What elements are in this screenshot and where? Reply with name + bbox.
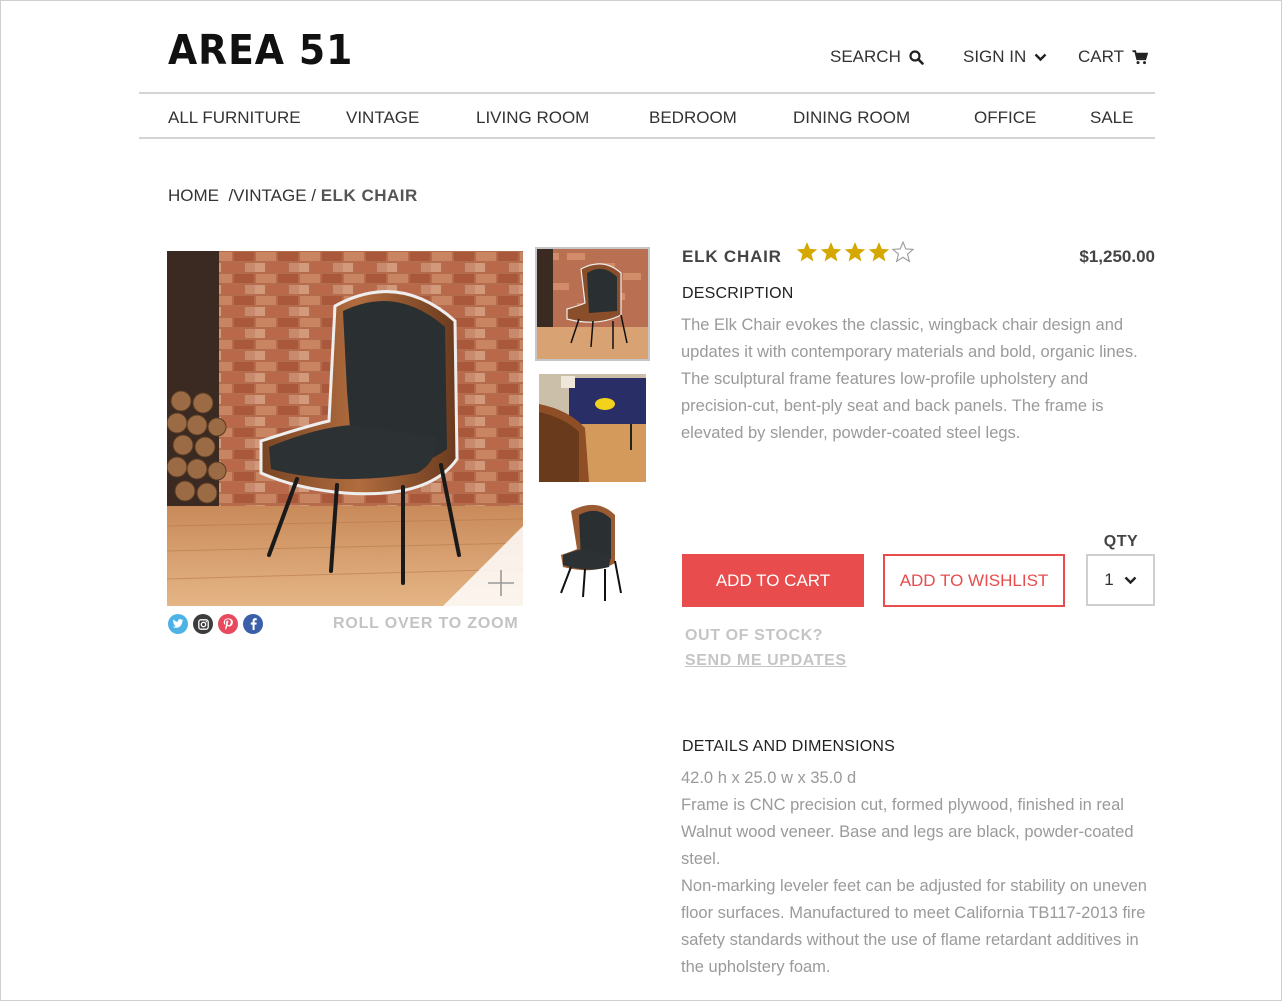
- nav-item-living-room[interactable]: LIVING ROOM: [476, 108, 589, 128]
- product-price: $1,250.00: [1079, 247, 1155, 266]
- nav-item-sale[interactable]: SALE: [1090, 108, 1133, 128]
- breadcrumb: HOME / VINTAGE / ELK CHAIR: [168, 186, 418, 206]
- nav-item-bedroom[interactable]: BEDROOM: [649, 108, 737, 128]
- star-rating: [796, 241, 914, 263]
- zoom-hint: ROLL OVER TO ZOOM: [333, 615, 519, 632]
- details-heading: DETAILS AND DIMENSIONS: [682, 738, 896, 755]
- quantity-value: 1: [1104, 570, 1114, 589]
- details-text-materials: Frame is CNC precision cut, formed plywo…: [681, 796, 1134, 868]
- product-description: The Elk Chair evokes the classic, wingba…: [681, 316, 1138, 442]
- star-filled-icon: [868, 242, 890, 262]
- thumbnail-image: [539, 374, 646, 482]
- star-filled-icon: [796, 242, 818, 262]
- chevron-down-icon: [1034, 53, 1047, 61]
- shopping-cart-icon: [1132, 49, 1148, 64]
- sign-in-label: SIGN IN: [963, 47, 1027, 66]
- star-empty-icon: [892, 241, 914, 263]
- search-button[interactable]: SEARCH: [830, 47, 924, 67]
- pinterest-icon[interactable]: [218, 614, 238, 634]
- product-name: ELK CHAIR: [682, 247, 782, 266]
- breadcrumb-vintage[interactable]: VINTAGE: [233, 186, 306, 206]
- breadcrumb-separator: /: [219, 186, 234, 205]
- nav-item-office[interactable]: OFFICE: [974, 108, 1036, 128]
- nav-item-dining-room[interactable]: DINING ROOM: [793, 108, 910, 128]
- thumbnail-image: [535, 497, 646, 607]
- out-of-stock-text: OUT OF STOCK?: [685, 627, 824, 644]
- nav-item-all-furniture[interactable]: ALL FURNITURE: [168, 108, 301, 128]
- thumbnail-image: [537, 249, 648, 359]
- cart-button[interactable]: CART: [1078, 47, 1148, 67]
- brand-logo[interactable]: AREA 51: [168, 26, 353, 74]
- add-to-cart-button[interactable]: ADD TO CART: [682, 554, 864, 607]
- dimensions-text: 42.0 h x 25.0 w x 35.0 d: [681, 769, 857, 787]
- main-nav: ALL FURNITURE VINTAGE LIVING ROOM BEDROO…: [139, 92, 1155, 139]
- star-filled-icon: [844, 242, 866, 262]
- cart-label: CART: [1078, 47, 1124, 66]
- description-heading: DESCRIPTION: [682, 285, 794, 302]
- breadcrumb-separator: /: [306, 186, 321, 205]
- main-product-image[interactable]: [167, 251, 523, 606]
- sign-in-button[interactable]: SIGN IN: [963, 47, 1047, 67]
- thumbnail-2[interactable]: [535, 372, 650, 486]
- facebook-icon[interactable]: [243, 614, 263, 634]
- instagram-icon[interactable]: [193, 614, 213, 634]
- add-to-wishlist-button[interactable]: ADD TO WISHLIST: [883, 554, 1065, 607]
- details-body: 42.0 h x 25.0 w x 35.0 d Frame is CNC pr…: [681, 765, 1157, 981]
- breadcrumb-current: ELK CHAIR: [320, 186, 418, 205]
- twitter-icon[interactable]: [168, 614, 188, 634]
- send-updates-link[interactable]: SEND ME UPDATES: [685, 652, 847, 670]
- details-text-features: Non-marking leveler feet can be adjusted…: [681, 877, 1147, 976]
- quantity-select[interactable]: 1: [1086, 554, 1155, 606]
- nav-item-vintage[interactable]: VINTAGE: [346, 108, 419, 128]
- thumbnail-3[interactable]: [535, 497, 650, 611]
- search-label: SEARCH: [830, 47, 901, 66]
- search-icon: [909, 49, 924, 65]
- chevron-down-icon: [1124, 576, 1137, 584]
- thumbnail-1[interactable]: [535, 247, 650, 361]
- breadcrumb-home[interactable]: HOME: [168, 186, 219, 206]
- zoom-plus-icon[interactable]: [486, 568, 516, 598]
- qty-label: QTY: [1103, 533, 1139, 550]
- star-filled-icon: [820, 242, 842, 262]
